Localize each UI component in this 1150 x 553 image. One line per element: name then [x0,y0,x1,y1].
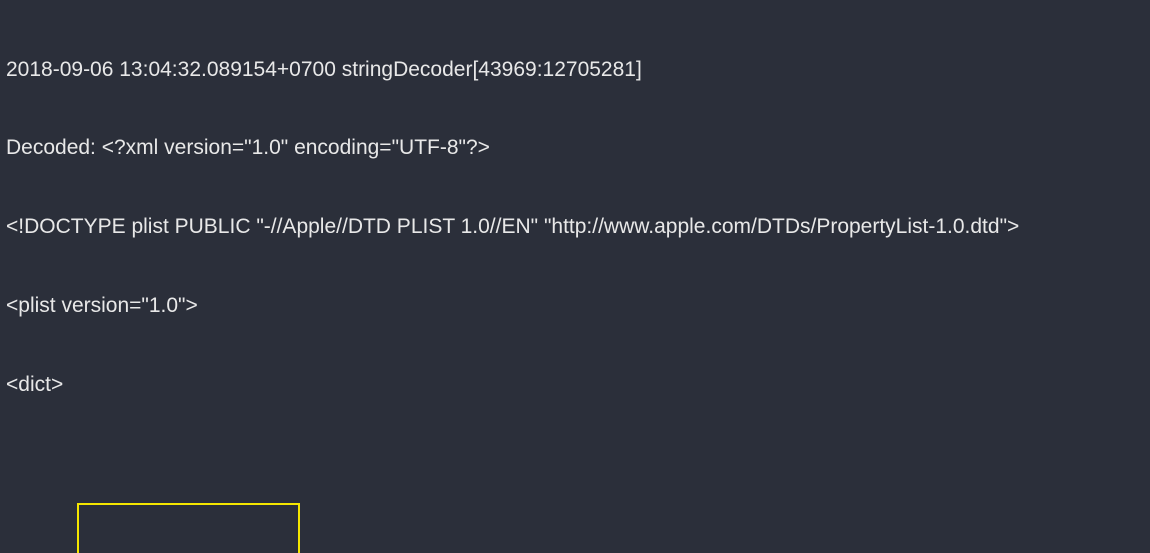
decoded-line: Decoded: <?xml version="1.0" encoding="U… [6,135,1144,161]
log-header: 2018-09-06 13:04:32.089154+0700 stringDe… [6,57,1144,83]
decoded-prefix: Decoded: [6,136,102,159]
xml-declaration: <?xml version="1.0" encoding="UTF-8"?> [102,136,490,159]
process-name: stringDecoder[43969:12705281] [342,58,642,81]
dict-open: <dict> [6,372,1144,398]
dict-body: <key>Label</key> <string>%@</string> <ke… [6,477,1144,553]
plist-open: <plist version="1.0"> [6,293,1144,319]
timestamp: 2018-09-06 13:04:32.089154+0700 [6,58,336,81]
console-output: 2018-09-06 13:04:32.089154+0700 stringDe… [0,0,1150,553]
highlight-box-1: <key>Label</key> <string>%@</string> <ke… [77,503,300,553]
doctype-line: <!DOCTYPE plist PUBLIC "-//Apple//DTD PL… [6,214,1144,240]
